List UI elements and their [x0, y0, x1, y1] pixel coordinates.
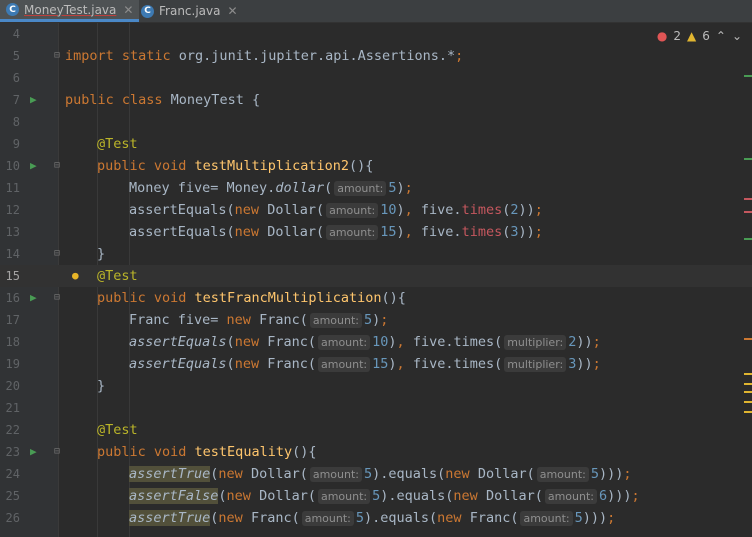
code-editor[interactable]: ● 2 ▲ 6 ⌃ ⌄ 4 5 ⊟ import static org.juni…: [0, 23, 752, 537]
fold-icon[interactable]: ⊟: [54, 243, 60, 265]
tab-label: Franc.java: [159, 4, 221, 18]
code-line[interactable]: 17 Franc five= new Franc(amount: 5);: [0, 309, 752, 331]
code-line[interactable]: 8: [0, 111, 752, 133]
code-line[interactable]: 13 assertEquals(new Dollar(amount: 15), f…: [0, 221, 752, 243]
fold-icon[interactable]: ⊟: [54, 287, 60, 309]
error-stripe[interactable]: [742, 23, 752, 537]
code-line-current[interactable]: 15 ● @Test: [0, 265, 752, 287]
code-line[interactable]: 5 ⊟ import static org.junit.jupiter.api.…: [0, 45, 752, 67]
run-all-icon[interactable]: ▶: [30, 89, 37, 111]
code-line[interactable]: 18 assertEquals(new Franc(amount: 10), fi…: [0, 331, 752, 353]
code-line[interactable]: 25 assertFalse(new Dollar(amount: 5).equa…: [0, 485, 752, 507]
code-line[interactable]: 6: [0, 67, 752, 89]
code-line[interactable]: 14 ⊟ }: [0, 243, 752, 265]
run-test-icon[interactable]: ▶: [30, 287, 37, 309]
code-line[interactable]: 7 ▶ public class MoneyTest {: [0, 89, 752, 111]
code-line[interactable]: 12 assertEquals(new Dollar(amount: 10), f…: [0, 199, 752, 221]
close-icon[interactable]: ✕: [227, 4, 237, 18]
editor-tab-bar: C MoneyTest.java ✕ C Franc.java ✕: [0, 0, 752, 23]
code-line[interactable]: 20 }: [0, 375, 752, 397]
fold-icon[interactable]: ⊟: [54, 441, 60, 463]
code-line[interactable]: 9 @Test: [0, 133, 752, 155]
code-line[interactable]: 11 Money five= Money.dollar(amount: 5);: [0, 177, 752, 199]
code-line[interactable]: 21: [0, 397, 752, 419]
run-test-icon[interactable]: ▶: [30, 155, 37, 177]
run-test-icon[interactable]: ▶: [30, 441, 37, 463]
java-class-icon: C: [141, 4, 154, 18]
tab-moneytest[interactable]: C MoneyTest.java ✕: [0, 0, 140, 22]
code-line[interactable]: 19 assertEquals(new Franc(amount: 15), fi…: [0, 353, 752, 375]
fold-icon[interactable]: ⊟: [54, 155, 60, 177]
code-line[interactable]: 26 assertTrue(new Franc(amount: 5).equals…: [0, 507, 752, 529]
tab-franc[interactable]: C Franc.java ✕: [135, 0, 244, 22]
java-class-icon: C: [6, 3, 19, 16]
code-line[interactable]: 10 ▶ ⊟ public void testMultiplication2()…: [0, 155, 752, 177]
code-line[interactable]: 22 @Test: [0, 419, 752, 441]
tab-label: MoneyTest.java: [24, 2, 117, 17]
lightbulb-icon[interactable]: ●: [72, 265, 79, 287]
close-icon[interactable]: ✕: [123, 3, 133, 17]
code-line[interactable]: 4: [0, 23, 752, 45]
code-line[interactable]: 24 assertTrue(new Dollar(amount: 5).equal…: [0, 463, 752, 485]
code-line[interactable]: 16 ▶ ⊟ public void testFrancMultiplicati…: [0, 287, 752, 309]
fold-icon[interactable]: ⊟: [54, 45, 60, 67]
code-text: import static org.junit.jupiter.api.Asse…: [65, 48, 464, 64]
code-line[interactable]: 23 ▶ ⊟ public void testEquality(){: [0, 441, 752, 463]
